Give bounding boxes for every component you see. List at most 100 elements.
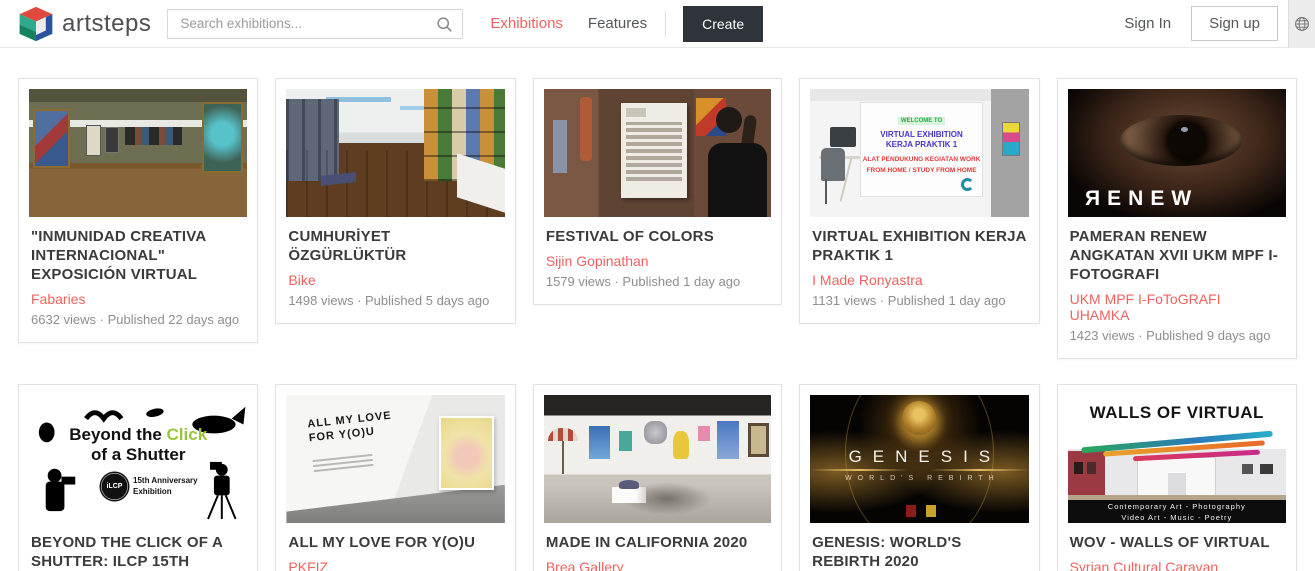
thumb-decor bbox=[105, 127, 119, 153]
exhibition-title[interactable]: PAMERAN RENEW ANGKATAN XVII UKM MPF I-FO… bbox=[1070, 227, 1284, 284]
thumb-decor bbox=[626, 122, 682, 181]
exhibition-card[interactable]: WALLS OF VIRTUAL Contemporary Art - Phot… bbox=[1056, 384, 1297, 571]
exhibition-title[interactable]: VIRTUAL EXHIBITION KERJA PRAKTIK 1 bbox=[812, 227, 1026, 265]
ilcp-badge: iLCP bbox=[101, 473, 128, 501]
globe-icon bbox=[1295, 16, 1309, 31]
exhibition-meta: 1131 views · Published 1 day ago bbox=[812, 293, 1006, 309]
exhibition-thumbnail[interactable]: GENESIS WORLD'S REBIRTH bbox=[810, 395, 1029, 524]
thumb-painting bbox=[618, 430, 633, 452]
exhibition-title[interactable]: WOV - WALLS OF VIRTUAL bbox=[1070, 533, 1284, 552]
exhibition-card[interactable]: ALL MY LOVE FOR Y(O)U ALL MY LOVE FOR Y(… bbox=[275, 384, 516, 571]
thumb-decor bbox=[626, 107, 660, 118]
search-input[interactable] bbox=[168, 9, 463, 38]
thumb-decor bbox=[1242, 464, 1254, 475]
search-box bbox=[167, 8, 464, 39]
exhibition-card[interactable]: MADE IN CALIFORNIA 2020 Brea Gallery 244… bbox=[532, 384, 783, 571]
thumb-badge-caption: 15th Anniversary Exhibition bbox=[133, 475, 198, 497]
exhibition-title[interactable]: ALL MY LOVE FOR Y(O)U bbox=[288, 533, 502, 552]
sign-in-link[interactable]: Sign In bbox=[1124, 15, 1171, 32]
thumb-decor bbox=[1074, 461, 1083, 475]
language-button[interactable] bbox=[1288, 0, 1315, 48]
exhibition-card[interactable]: Beyond the Click of a Shutter iLCP 15th … bbox=[18, 384, 259, 571]
exhibition-author-link[interactable]: Syrian Cultural Caravan bbox=[1070, 559, 1284, 571]
thumb-decor bbox=[1137, 456, 1217, 495]
exhibition-author-link[interactable]: PKFIZ bbox=[288, 559, 502, 571]
exhibition-title[interactable]: GENESIS: WORLD'S REBIRTH 2020 bbox=[812, 533, 1026, 571]
thumb-decor bbox=[930, 469, 1029, 472]
banner-subtitle-text: ALAT PENDUKUNG KEGIATAN WORK FROM HOME /… bbox=[861, 154, 981, 177]
exhibition-title[interactable]: MADE IN CALIFORNIA 2020 bbox=[546, 533, 769, 552]
renew-logo-text: ЯENEW bbox=[1085, 187, 1199, 210]
thumb-painting bbox=[643, 420, 667, 444]
thumb-decor bbox=[810, 469, 909, 472]
thumb-decor bbox=[580, 96, 592, 161]
caption-line: Exhibition bbox=[133, 487, 172, 497]
exhibition-thumbnail[interactable]: WELCOME TO VIRTUAL EXHIBITION KERJA PRAK… bbox=[810, 89, 1029, 217]
thumb-person-silhouette bbox=[715, 106, 742, 133]
thumb-decor bbox=[1259, 464, 1273, 475]
exhibition-meta: 1423 views · Published 9 days ago bbox=[1069, 328, 1271, 344]
exhibition-meta: 6632 views · Published 22 days ago bbox=[31, 312, 240, 328]
thumb-decor bbox=[562, 441, 565, 475]
thumb-decor bbox=[125, 127, 182, 146]
exhibition-author-link[interactable]: Fabaries bbox=[31, 291, 245, 307]
search-icon[interactable] bbox=[436, 16, 453, 33]
thumb-decor bbox=[85, 124, 102, 156]
thumb-painting bbox=[698, 425, 710, 442]
thumb-decor bbox=[33, 109, 71, 169]
genesis-logo-text: GENESIS bbox=[848, 447, 1002, 467]
exhibition-author-link[interactable]: UKM MPF I-FoToGRAFI UHAMKA bbox=[1070, 291, 1284, 323]
gear-logo-icon bbox=[960, 177, 974, 191]
caption-line: Video Art - Music - Poetry bbox=[1121, 512, 1233, 522]
exhibition-card[interactable]: "INMUNIDAD CREATIVA INTERNACIONAL" EXPOS… bbox=[18, 78, 259, 344]
thumb-eye-photo bbox=[1119, 114, 1243, 166]
thumb-painting bbox=[716, 420, 740, 460]
exhibition-author-link[interactable]: Sijin Gopinathan bbox=[546, 253, 769, 269]
banner-line: KERJA PRAKTIK 1 bbox=[885, 140, 958, 150]
create-button[interactable]: Create bbox=[683, 5, 764, 42]
exhibition-author-link[interactable]: Brea Gallery bbox=[546, 559, 769, 571]
exhibition-thumbnail[interactable] bbox=[29, 89, 248, 217]
exhibition-card[interactable]: CUMHURİYET ÖZGÜRLÜKTÜR Bike 1498 views ·… bbox=[275, 78, 516, 325]
exhibition-thumbnail[interactable]: ЯENEW bbox=[1067, 89, 1286, 217]
exhibition-card[interactable]: FESTIVAL OF COLORS Sijin Gopinathan 1579… bbox=[532, 78, 783, 306]
exhibition-title[interactable]: BEYOND THE CLICK OF A SHUTTER: ILCP 15TH… bbox=[31, 533, 245, 571]
exhibition-card[interactable]: WELCOME TO VIRTUAL EXHIBITION KERJA PRAK… bbox=[799, 78, 1040, 325]
exhibition-card[interactable]: ЯENEW PAMERAN RENEW ANGKATAN XVII UKM MP… bbox=[1056, 78, 1297, 360]
thumb-monitor bbox=[829, 127, 857, 147]
thumb-painting bbox=[589, 425, 610, 460]
thumb-decor bbox=[707, 142, 767, 217]
artsteps-logo[interactable]: artsteps bbox=[18, 5, 151, 43]
exhibition-grid: "INMUNIDAD CREATIVA INTERNACIONAL" EXPOS… bbox=[0, 48, 1315, 571]
thumb-portrait bbox=[439, 415, 494, 490]
exhibition-author-link[interactable]: I Made Ronyastra bbox=[812, 272, 1026, 288]
exhibition-thumbnail[interactable]: Beyond the Click of a Shutter iLCP 15th … bbox=[29, 395, 248, 524]
nav-right-group: Sign In Sign up bbox=[1124, 0, 1315, 48]
top-navbar: artsteps Exhibitions Features Create Sig… bbox=[0, 0, 1315, 48]
banner-line: ALAT PENDUKUNG KEGIATAN WORK bbox=[862, 155, 981, 163]
exhibition-card[interactable]: GENESIS WORLD'S REBIRTH GENESIS: WORLD'S… bbox=[799, 384, 1040, 571]
thumb-painting bbox=[748, 423, 769, 457]
exhibition-thumbnail[interactable]: WALLS OF VIRTUAL Contemporary Art - Phot… bbox=[1067, 395, 1286, 524]
exhibition-thumbnail[interactable] bbox=[286, 89, 505, 217]
exhibition-thumbnail[interactable] bbox=[543, 395, 772, 524]
exhibition-thumbnail[interactable]: ALL MY LOVE FOR Y(O)U bbox=[286, 395, 505, 524]
exhibition-title[interactable]: FESTIVAL OF COLORS bbox=[546, 227, 769, 246]
banner-line: FROM HOME / STUDY FROM HOME bbox=[866, 167, 977, 175]
exhibition-title[interactable]: "INMUNIDAD CREATIVA INTERNACIONAL" EXPOS… bbox=[31, 227, 245, 284]
exhibition-thumbnail[interactable] bbox=[543, 89, 772, 217]
thumb-umbrella bbox=[548, 428, 578, 442]
exhibition-author-link[interactable]: Bike bbox=[288, 272, 502, 288]
sign-up-button[interactable]: Sign up bbox=[1191, 6, 1278, 41]
banner-title-text: VIRTUAL EXHIBITION KERJA PRAKTIK 1 bbox=[861, 130, 981, 151]
wov-logo-text: WALLS OF VIRTUAL bbox=[1089, 403, 1264, 423]
thumb-banner: WELCOME TO VIRTUAL EXHIBITION KERJA PRAK… bbox=[860, 101, 983, 197]
thumb-headline: Beyond the Click bbox=[29, 425, 247, 445]
nav-link-features[interactable]: Features bbox=[588, 15, 647, 32]
exhibition-title[interactable]: CUMHURİYET ÖZGÜRLÜKTÜR bbox=[288, 227, 502, 265]
thumb-decor bbox=[201, 101, 244, 174]
thumb-pedestal bbox=[612, 487, 647, 503]
thumb-chair bbox=[821, 147, 846, 182]
nav-link-exhibitions[interactable]: Exhibitions bbox=[490, 15, 563, 32]
caption-line: 15th Anniversary bbox=[133, 476, 198, 486]
